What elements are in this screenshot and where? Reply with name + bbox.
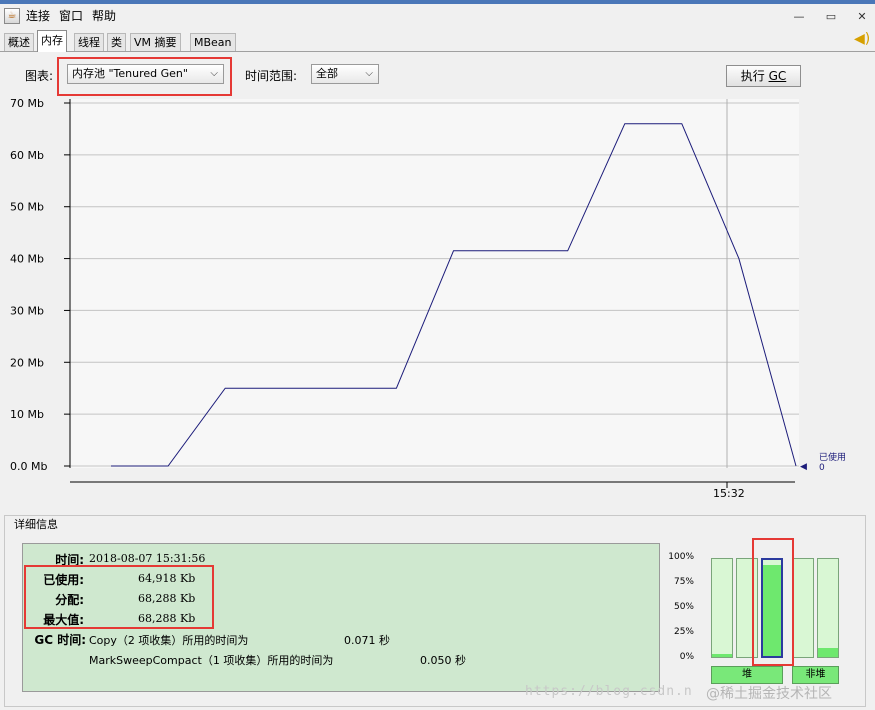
perform-gc-button[interactable]: 执行 GC — [726, 65, 801, 87]
heap-button[interactable]: 堆 — [711, 666, 783, 684]
chart-y-tick-label: 0.0 Mb — [10, 460, 47, 473]
pct-label: 100% — [668, 552, 694, 562]
close-button[interactable]: ✕ — [848, 9, 875, 27]
chart-plot-area — [70, 99, 799, 468]
legend-marker-icon: ◀ — [800, 462, 807, 472]
menu-connect[interactable]: 连接 — [26, 8, 50, 24]
chart-y-tick-label: 50 Mb — [10, 201, 44, 214]
chart-x-tick-label: 15:32 — [713, 487, 745, 500]
max-label: 最大值: — [43, 613, 84, 627]
chart-y-axis: 70 Mb 60 Mb 50 Mb 40 Mb 30 Mb 20 Mb 10 Mb 0.0 M… — [10, 97, 70, 473]
tab-threads[interactable]: 线程 — [74, 33, 104, 51]
chart-label: 图表: — [25, 69, 54, 83]
time-value: 2018-08-07 15:31:56 — [89, 552, 206, 565]
heap-bar-eden[interactable] — [711, 558, 733, 658]
chart-y-tick-label: 30 Mb — [10, 304, 44, 317]
gc-button-prefix: 执行 — [740, 69, 769, 83]
time-range-label: 时间范围: — [245, 69, 298, 83]
tab-memory[interactable]: 内存 — [37, 30, 67, 52]
chart-y-tick-label: 40 Mb — [10, 253, 44, 266]
nonheap-bar-fill — [818, 648, 838, 657]
tab-classes[interactable]: 类 — [107, 33, 126, 51]
gc-copy-time: 0.071 秒 — [344, 634, 390, 647]
gc-button-accel: GC — [768, 69, 787, 83]
speaker-icon[interactable]: ◀︎) — [854, 31, 874, 49]
tab-bar: 概述 内存 线程 类 VM 摘要 MBean — [0, 28, 875, 52]
gc-time-label: GC 时间: — [34, 633, 86, 647]
chevron-down-icon: ⌵ — [210, 68, 218, 79]
committed-label: 分配: — [55, 593, 84, 607]
tab-overview[interactable]: 概述 — [4, 33, 34, 51]
watermark-community: @稀土掘金技术社区 — [706, 686, 832, 702]
minimize-button[interactable]: — — [785, 9, 813, 27]
chart-y-tick-label: 20 Mb — [10, 356, 44, 369]
nonheap-button[interactable]: 非堆 — [792, 666, 839, 684]
pct-label: 25% — [673, 627, 694, 637]
tab-mbean[interactable]: MBean — [190, 33, 236, 51]
used-value: 64,918 Kb — [138, 572, 196, 585]
chart-select-value: 内存池 "Tenured Gen" — [72, 67, 188, 80]
pct-label: 50% — [673, 602, 694, 612]
legend-used-label: 已使用 — [819, 451, 846, 463]
chart-y-tick-label: 10 Mb — [10, 408, 44, 421]
time-range-select[interactable]: 全部 ⌵ — [311, 64, 379, 84]
tab-vm-summary[interactable]: VM 摘要 — [130, 33, 181, 51]
details-title: 详细信息 — [14, 518, 58, 531]
menu-help[interactable]: 帮助 — [92, 8, 116, 24]
watermark-url: https://blog.csdn.n — [525, 684, 693, 699]
heap-bar-fill — [712, 654, 732, 657]
committed-value: 68,288 Kb — [138, 592, 196, 605]
gc-marksweep-time: 0.050 秒 — [420, 654, 466, 667]
legend-used-value: 0 — [819, 463, 825, 473]
max-value: 68,288 Kb — [138, 612, 196, 625]
memory-chart: 70 Mb 60 Mb 50 Mb 40 Mb 30 Mb 20 Mb 10 Mb 0.0 M… — [10, 97, 846, 500]
menu-window[interactable]: 窗口 — [59, 8, 83, 24]
restore-button[interactable]: ▭ — [817, 9, 845, 27]
tenured-bar-highlight — [752, 538, 794, 666]
nonheap-bar-1[interactable] — [792, 558, 814, 658]
used-label: 已使用: — [43, 573, 84, 587]
gc-marksweep-desc: MarkSweepCompact（1 项收集）所用的时间为 — [89, 654, 334, 667]
pct-label: 0% — [679, 652, 694, 662]
time-range-value: 全部 — [316, 67, 338, 80]
gc-copy-desc: Copy（2 项收集）所用的时间为 — [89, 634, 249, 647]
chevron-down-icon: ⌵ — [365, 68, 373, 79]
pct-label: 75% — [673, 577, 694, 587]
chart-y-tick-label: 60 Mb — [10, 149, 44, 162]
chart-y-tick-label: 70 Mb — [10, 97, 44, 110]
chart-select[interactable]: 内存池 "Tenured Gen" ⌵ — [67, 64, 224, 84]
menu-bar: ☕ 连接 窗口 帮助 — ▭ ✕ — [0, 4, 875, 28]
java-app-icon: ☕ — [4, 8, 20, 24]
nonheap-bar-2[interactable] — [817, 558, 839, 658]
